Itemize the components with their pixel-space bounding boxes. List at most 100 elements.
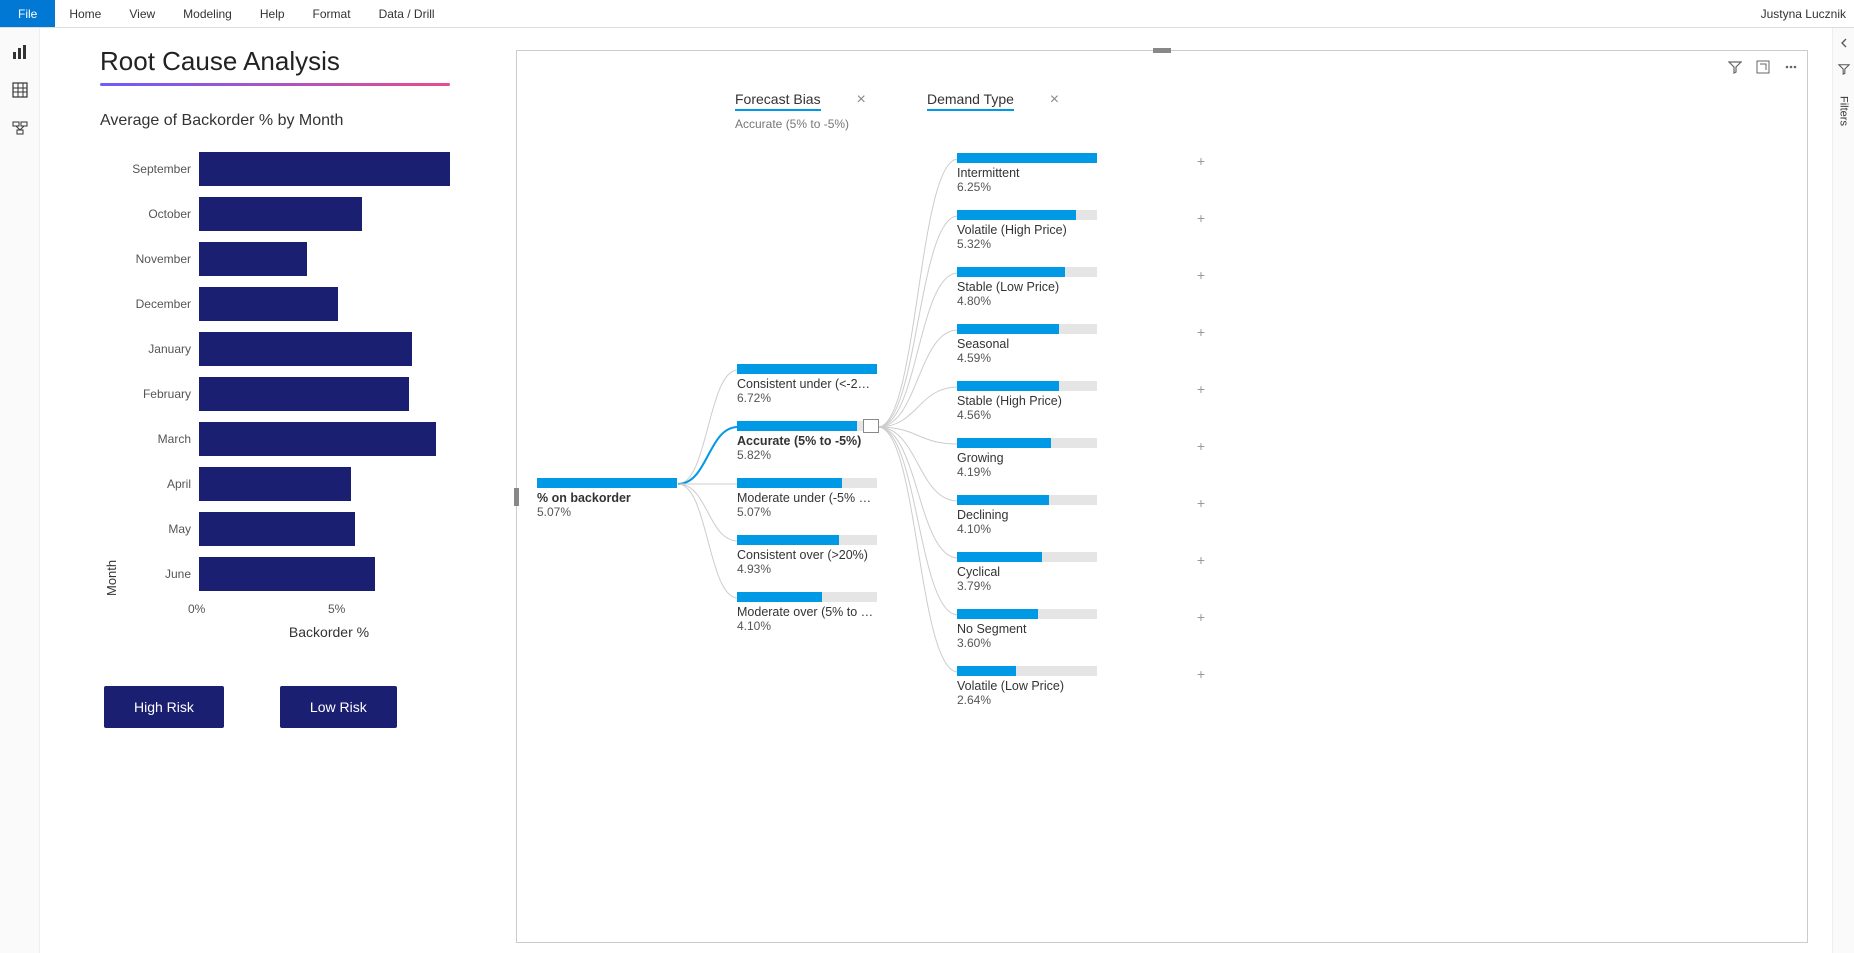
expand-plus-icon[interactable]: + — [1197, 609, 1205, 625]
bar-fill — [199, 512, 355, 546]
menu-help[interactable]: Help — [246, 0, 299, 27]
menu-home[interactable]: Home — [55, 0, 115, 27]
focus-mode-icon[interactable] — [1755, 59, 1771, 75]
visual-toolbar — [1727, 59, 1799, 75]
bar-row[interactable]: March — [119, 416, 470, 461]
bar-row[interactable]: June — [119, 551, 470, 596]
tree-mid-node[interactable]: Consistent under (<-2…6.72% — [737, 364, 957, 405]
expand-plus-icon[interactable]: + — [1197, 495, 1205, 511]
bar-row[interactable]: January — [119, 326, 470, 371]
demand-type-header: Demand Type × — [927, 91, 1059, 111]
tree-leaf-node[interactable]: Volatile (High Price)5.32%+ — [957, 210, 1177, 251]
tree-leaf-node[interactable]: Seasonal4.59%+ — [957, 324, 1177, 365]
resize-handle-top[interactable] — [1153, 48, 1171, 53]
bar-fill — [199, 422, 436, 456]
bar-fill — [199, 152, 450, 186]
node-bar — [537, 478, 677, 488]
tree-content: % on backorder 5.07% Consistent under (<… — [517, 51, 1807, 942]
expand-plus-icon[interactable]: + — [1197, 552, 1205, 568]
bar-label: March — [119, 432, 199, 446]
bar-row[interactable]: September — [119, 146, 470, 191]
expand-plus-icon[interactable]: + — [1197, 153, 1205, 169]
node-label: Stable (High Price) — [957, 394, 1102, 408]
node-label: Stable (Low Price) — [957, 280, 1102, 294]
resize-handle-left[interactable] — [514, 488, 519, 506]
bar-track — [199, 557, 470, 591]
node-bar — [957, 495, 1097, 505]
bar-track — [199, 422, 470, 456]
bar-label: October — [119, 207, 199, 221]
node-bar — [737, 535, 877, 545]
bar-row[interactable]: October — [119, 191, 470, 236]
data-view-icon[interactable] — [8, 78, 32, 102]
tree-root-node[interactable]: % on backorder 5.07% — [537, 478, 737, 519]
bar-row[interactable]: April — [119, 461, 470, 506]
close-icon[interactable]: × — [1050, 91, 1059, 108]
expand-plus-icon[interactable]: + — [1197, 324, 1205, 340]
bar-row[interactable]: December — [119, 281, 470, 326]
user-name-label: Justyna Lucznik — [1761, 7, 1846, 21]
tree-leaf-node[interactable]: Cyclical3.79%+ — [957, 552, 1177, 593]
filters-label: Filters — [1838, 96, 1850, 126]
x-tick-0: 0% — [188, 602, 328, 616]
tree-leaf-node[interactable]: Volatile (Low Price)2.64%+ — [957, 666, 1177, 707]
more-options-icon[interactable] — [1783, 59, 1799, 75]
node-value: 3.60% — [957, 636, 1177, 650]
model-view-icon[interactable] — [8, 116, 32, 140]
expand-plus-icon[interactable]: + — [1197, 381, 1205, 397]
tree-leaf-node[interactable]: Stable (Low Price)4.80%+ — [957, 267, 1177, 308]
node-label: Declining — [957, 508, 1102, 522]
low-risk-button[interactable]: Low Risk — [280, 686, 397, 728]
collapse-chevron-icon[interactable] — [1839, 36, 1849, 51]
expand-plus-icon[interactable]: + — [1197, 210, 1205, 226]
node-label: Consistent over (>20%) — [737, 548, 882, 562]
tree-mid-node[interactable]: Consistent over (>20%)4.93% — [737, 535, 957, 576]
filters-pane-toggle[interactable] — [1838, 63, 1850, 78]
backorder-bar-chart[interactable]: Month SeptemberOctoberNovemberDecemberJa… — [100, 146, 470, 596]
node-bar — [957, 381, 1097, 391]
bar-row[interactable]: November — [119, 236, 470, 281]
menu-modeling[interactable]: Modeling — [169, 0, 246, 27]
close-icon[interactable]: × — [856, 91, 865, 108]
bar-fill — [199, 287, 338, 321]
tree-leaf-node[interactable]: Growing4.19%+ — [957, 438, 1177, 479]
bar-label: June — [119, 567, 199, 581]
bar-label: December — [119, 297, 199, 311]
bar-row[interactable]: May — [119, 506, 470, 551]
tree-leaf-node[interactable]: Stable (High Price)4.56%+ — [957, 381, 1177, 422]
tree-leaf-node[interactable]: Declining4.10%+ — [957, 495, 1177, 536]
menu-data-drill[interactable]: Data / Drill — [365, 0, 449, 27]
tree-mid-node[interactable]: Moderate under (-5% …5.07% — [737, 478, 957, 519]
tree-leaf-node[interactable]: Intermittent6.25%+ — [957, 153, 1177, 194]
bar-track — [199, 152, 470, 186]
filter-icon[interactable] — [1727, 59, 1743, 75]
menu-format[interactable]: Format — [299, 0, 365, 27]
expand-plus-icon[interactable]: + — [1197, 666, 1205, 682]
report-view-icon[interactable] — [8, 40, 32, 64]
tree-root-column: % on backorder 5.07% — [537, 91, 737, 922]
right-pane-rail: Filters — [1832, 28, 1854, 953]
node-bar — [957, 324, 1097, 334]
bars-container: September October November December JanuaryF… — [119, 146, 470, 596]
bar-track — [199, 287, 470, 321]
node-bar — [737, 592, 877, 602]
tree-mid-column: Consistent under (<-2…6.72% Accurate (5% … — [737, 91, 957, 922]
bar-fill — [199, 377, 409, 411]
bar-row[interactable]: February — [119, 371, 470, 416]
decomposition-tree-visual[interactable]: Forecast Bias × Demand Type × Accurate (… — [516, 50, 1808, 943]
high-risk-button[interactable]: High Risk — [104, 686, 224, 728]
expand-plus-icon[interactable]: + — [1197, 267, 1205, 283]
tree-mid-node[interactable]: Moderate over (5% to …4.10% — [737, 592, 957, 633]
expand-plus-icon[interactable]: + — [1197, 438, 1205, 454]
node-label: Seasonal — [957, 337, 1102, 351]
tree-leaf-node[interactable]: No Segment3.60%+ — [957, 609, 1177, 650]
tree-leaf-column: Intermittent6.25%+ Volatile (High Price)5… — [957, 91, 1177, 922]
chart-title: Average of Backorder % by Month — [100, 112, 470, 130]
left-content-panel: Root Cause Analysis Average of Backorder… — [100, 46, 470, 728]
node-value: 4.56% — [957, 408, 1177, 422]
node-value: 2.64% — [957, 693, 1177, 707]
tree-mid-node[interactable]: Accurate (5% to -5%)5.82% — [737, 421, 957, 462]
node-value: 4.19% — [957, 465, 1177, 479]
file-menu[interactable]: File — [0, 0, 55, 27]
menu-view[interactable]: View — [115, 0, 169, 27]
